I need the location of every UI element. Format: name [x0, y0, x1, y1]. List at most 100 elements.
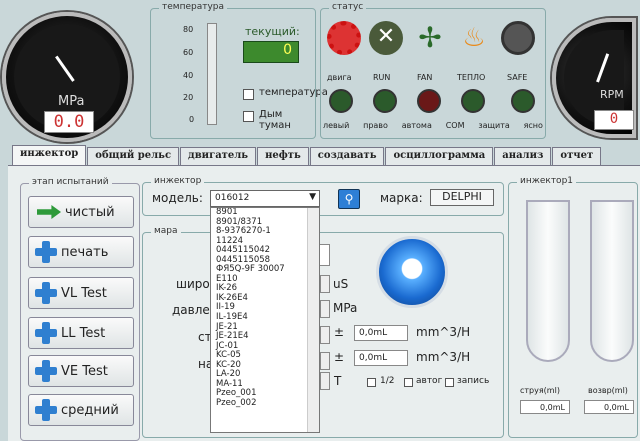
brand-value: DELPHI: [442, 190, 482, 203]
t-spinner[interactable]: [320, 372, 330, 390]
lamp-safe: [511, 89, 535, 113]
plus-icon: [35, 282, 57, 304]
half-checkbox[interactable]: [367, 378, 376, 387]
plus-icon: [35, 399, 57, 421]
unit-us: uS: [333, 277, 349, 291]
lamp-label: двига: [327, 73, 352, 82]
injector-title: инжектор: [151, 176, 205, 186]
fan-icon[interactable]: ✢: [413, 21, 447, 55]
ve-test-button-label: VE Test: [61, 363, 108, 379]
rpm-gauge: RPM 0: [552, 18, 636, 138]
current-temp-display: 0: [243, 41, 299, 63]
tab-oil[interactable]: нефть: [257, 147, 309, 165]
temperature-group: температура 80 60 40 20 0 текущий: 0 тем…: [150, 2, 328, 139]
flame-icon[interactable]: ♨: [457, 21, 491, 55]
unit-mm3h: mm^3/H: [416, 325, 471, 339]
auto-checkbox-label: автог: [416, 376, 443, 386]
width-spinner[interactable]: [320, 275, 330, 293]
average-button[interactable]: средний: [28, 394, 134, 426]
status-bottom-label: левый: [323, 121, 350, 130]
mapa-title: мара: [151, 226, 181, 236]
spray-value-field: 0,0mL: [520, 400, 570, 414]
status-bottom-label: защита: [478, 121, 510, 130]
temperature-checkbox-label: температура: [259, 87, 328, 98]
stop-icon[interactable]: [501, 21, 535, 55]
print-button[interactable]: печать: [28, 236, 134, 268]
status-bottom-bar: левый право автома COM защита ясно: [323, 121, 543, 137]
auto-checkbox[interactable]: [404, 378, 413, 387]
return-value: 0,0mL: [604, 403, 629, 412]
unit-mpa: MPa: [333, 301, 358, 315]
lamp-label: RUN: [373, 73, 391, 82]
clean-button-label: чистый: [65, 204, 115, 220]
plus-icon: [35, 241, 57, 263]
pm-sign: ±: [334, 325, 345, 339]
tab-common-rail[interactable]: общий рельс: [87, 147, 180, 165]
width-label: широ: [176, 277, 210, 291]
clean-button[interactable]: чистый: [28, 196, 134, 228]
temperature-checkbox[interactable]: [243, 89, 254, 100]
half-checkbox-label: 1/2: [380, 376, 395, 386]
smoke-checkbox-label: Дым туман: [259, 109, 291, 131]
tab-injector[interactable]: инжектор: [12, 145, 87, 165]
gear-icon[interactable]: [327, 21, 361, 55]
model-select-value: 016012: [215, 193, 250, 203]
na-spinner[interactable]: [320, 352, 330, 370]
spray-tube-label: струя(ml): [520, 386, 560, 395]
model-select[interactable]: 016012 ▼: [210, 190, 320, 207]
ll-test-button[interactable]: LL Test: [28, 317, 134, 349]
na-tolerance-field[interactable]: 0,0mL: [354, 350, 408, 366]
lamp-heat: [461, 89, 485, 113]
tab-oscillogram[interactable]: осциллограмма: [385, 147, 494, 165]
tab-engine[interactable]: двигатель: [180, 147, 257, 165]
lamp-fan: [417, 89, 441, 113]
temperature-title: температура: [159, 2, 228, 12]
vl-test-button-label: VL Test: [61, 285, 107, 301]
record-checkbox[interactable]: [445, 378, 454, 387]
st-tolerance-value: 0,0mL: [359, 328, 388, 338]
main-tabs: инжектор общий рельс двигатель нефть соз…: [12, 145, 602, 165]
injector1-title: инжектор1: [517, 176, 577, 186]
gauge-value: 0.0: [44, 111, 94, 133]
pressure-spinner[interactable]: [320, 300, 330, 318]
pressure-gauge: MPa 0.0: [2, 12, 132, 142]
tab-create[interactable]: создавать: [309, 147, 385, 165]
close-icon[interactable]: ✕: [369, 21, 403, 55]
quicktime-logo-icon: [376, 236, 448, 308]
return-value-field: 0,0mL: [584, 400, 634, 414]
st-spinner[interactable]: [320, 326, 330, 344]
stages-title: этап испытаний: [29, 177, 112, 187]
status-bottom-label: COM: [445, 121, 465, 130]
status-bottom-label: ясно: [523, 121, 543, 130]
smoke-checkbox[interactable]: [243, 111, 254, 122]
print-button-label: печать: [61, 244, 109, 260]
plus-icon: [35, 360, 57, 382]
lamp-label: ТЕПЛО: [457, 73, 486, 82]
temp-tick: 0: [189, 115, 195, 124]
tab-report[interactable]: отчет: [552, 147, 602, 165]
record-checkbox-label: запись: [457, 376, 490, 386]
temp-tick: 20: [183, 93, 194, 102]
temperature-bar: [207, 23, 217, 125]
spray-value: 0,0mL: [540, 403, 565, 412]
status-bottom-label: автома: [401, 121, 432, 130]
ll-test-button-label: LL Test: [61, 325, 106, 341]
tab-analysis[interactable]: анализ: [494, 147, 552, 165]
arrow-icon: [37, 205, 61, 219]
model-dropdown-list: 8901 8901/8371 8-9376270-1 11224 0445115…: [210, 207, 320, 433]
lamp-label: SAFE: [507, 73, 528, 82]
model-label: модель:: [152, 191, 203, 205]
status-title: статус: [329, 2, 367, 12]
chevron-down-icon: ▼: [309, 192, 316, 202]
search-button[interactable]: ⚲: [338, 189, 360, 209]
list-item[interactable]: Pzeo_002: [216, 398, 319, 409]
gauge-value: 0: [594, 110, 634, 130]
dropdown-scrollbar[interactable]: [307, 208, 319, 432]
vl-test-button[interactable]: VL Test: [28, 277, 134, 309]
search-icon: ⚲: [344, 192, 354, 206]
ve-test-button[interactable]: VE Test: [28, 355, 134, 387]
temp-tick: 60: [183, 48, 194, 57]
pm-sign: ±: [334, 350, 345, 364]
st-tolerance-field[interactable]: 0,0mL: [354, 325, 408, 341]
pressure-label: давле: [172, 303, 210, 317]
